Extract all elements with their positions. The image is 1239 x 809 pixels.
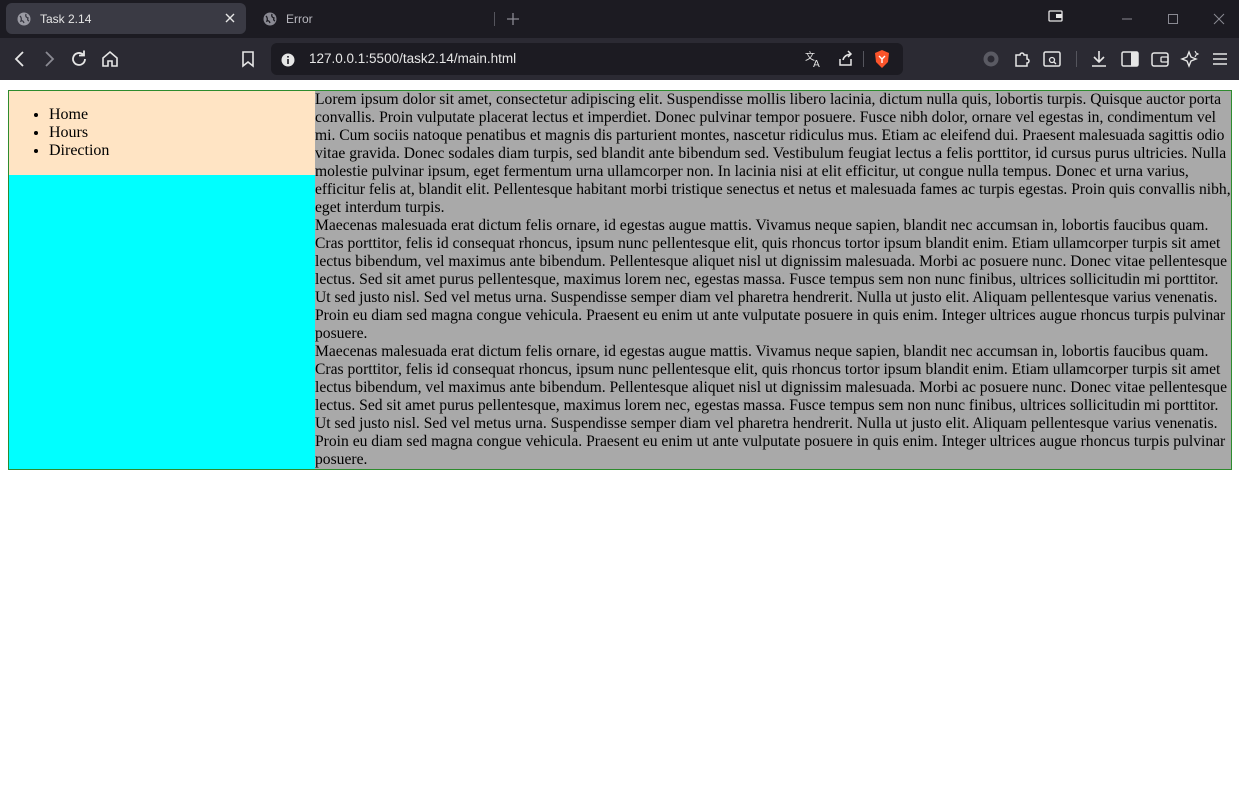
site-info-icon[interactable] xyxy=(281,52,295,67)
maximize-icon[interactable] xyxy=(1165,11,1181,27)
vpn-icon[interactable] xyxy=(981,49,1001,69)
new-tab-icon[interactable] xyxy=(505,11,521,27)
share-icon[interactable] xyxy=(836,49,856,69)
urlbar-divider xyxy=(863,51,864,67)
brave-shields-icon[interactable] xyxy=(872,49,892,69)
content-paragraph: Lorem ipsum dolor sit amet, consectetur … xyxy=(315,91,1231,216)
home-icon[interactable] xyxy=(100,49,120,69)
nav-list: Home Hours Direction xyxy=(49,106,109,160)
extensions-icon[interactable] xyxy=(1012,49,1032,69)
svg-text:A: A xyxy=(813,59,820,69)
sidebar-icon[interactable] xyxy=(1120,49,1140,69)
content-paragraph: Maecenas malesuada erat dictum felis orn… xyxy=(315,217,1228,342)
navigation-toolbar: 127.0.0.1:5500/task2.14/main.html 文A xyxy=(0,38,1239,80)
nav-item-hours: Hours xyxy=(49,124,109,142)
tab-strip: Task 2.14 Error xyxy=(0,0,1239,38)
tab-title: Error xyxy=(286,11,313,26)
main-content: Lorem ipsum dolor sit amet, consectetur … xyxy=(315,91,1232,469)
translate-icon[interactable]: 文A xyxy=(804,49,824,70)
wallet-icon[interactable] xyxy=(1150,49,1170,69)
globe-icon xyxy=(263,12,277,26)
nav-panel: Home Hours Direction xyxy=(9,91,315,175)
menu-icon[interactable] xyxy=(1210,49,1230,69)
bookmark-icon[interactable] xyxy=(238,49,258,69)
downloads-icon[interactable] xyxy=(1089,49,1109,69)
minimize-icon[interactable] xyxy=(1119,11,1135,27)
reload-icon[interactable] xyxy=(69,49,89,69)
nav-item-home: Home xyxy=(49,106,109,124)
wallet-tab-icon[interactable] xyxy=(1048,8,1064,24)
close-tab-icon[interactable] xyxy=(223,11,237,25)
tab-task-2-14[interactable]: Task 2.14 xyxy=(6,3,246,34)
url-text: 127.0.0.1:5500/task2.14/main.html xyxy=(309,51,517,66)
close-window-icon[interactable] xyxy=(1211,11,1227,27)
aside-panel xyxy=(9,175,315,469)
back-icon[interactable] xyxy=(10,49,30,69)
address-bar[interactable]: 127.0.0.1:5500/task2.14/main.html 文A xyxy=(271,43,903,75)
content-paragraph: Maecenas malesuada erat dictum felis orn… xyxy=(315,343,1228,468)
tab-search-icon[interactable] xyxy=(1042,49,1062,69)
toolbar-divider xyxy=(1076,51,1077,67)
globe-icon xyxy=(17,12,31,26)
nav-item-direction: Direction xyxy=(49,142,109,160)
page-container: Home Hours Direction Lorem ipsum dolor s… xyxy=(8,90,1232,470)
tab-divider xyxy=(494,12,495,26)
forward-icon[interactable] xyxy=(39,49,59,69)
tab-error[interactable]: Error xyxy=(252,3,492,34)
tab-title: Task 2.14 xyxy=(40,11,92,26)
leo-ai-icon[interactable] xyxy=(1180,49,1200,69)
